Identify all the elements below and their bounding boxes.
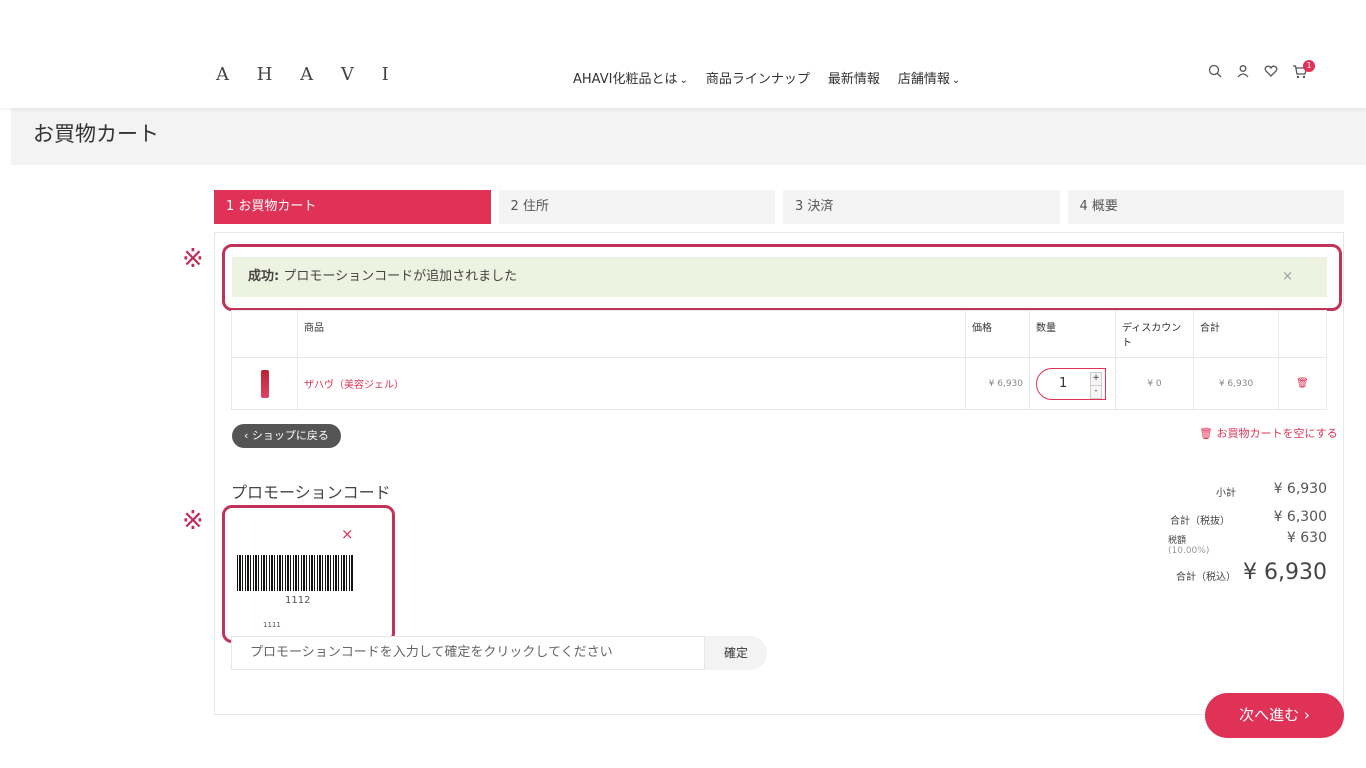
step-payment[interactable]: 3 決済 (783, 190, 1060, 224)
col-total: 合計 (1193, 310, 1279, 358)
step-cart[interactable]: 1 お買物カート (214, 190, 491, 224)
promo-code-input[interactable]: プロモーションコードを入力して確定をクリックしてください (231, 636, 705, 670)
chevron-right-icon: › (1303, 706, 1310, 724)
gross-total-label: 合計（税込） (1176, 572, 1236, 583)
main-nav: AHAVI化粧品とは ⌄ 商品ラインナップ 最新情報 店舗情報 ⌄ (573, 68, 960, 87)
next-step-button[interactable]: 次へ進む › (1205, 693, 1344, 738)
back-to-shop-button[interactable]: ‹ ショップに戻る (232, 424, 341, 448)
col-quantity: 数量 (1029, 310, 1116, 358)
tax-value: ¥ 630 (1286, 530, 1327, 546)
site-logo[interactable]: A H A V I (216, 64, 400, 85)
nav-item-about[interactable]: AHAVI化粧品とは ⌄ (573, 68, 688, 87)
annotation-highlight-alert (222, 244, 1342, 311)
page-title-bar: お買物カート (11, 108, 1366, 165)
promo-confirm-button[interactable]: 確定 (705, 636, 767, 670)
product-total: ¥ 6,930 (1193, 357, 1279, 410)
nav-item-stores[interactable]: 店舗情報 ⌄ (898, 68, 960, 87)
product-thumbnail[interactable] (231, 357, 298, 410)
quantity-stepper[interactable]: 1 + - (1036, 367, 1106, 400)
site-header: A H A V I AHAVI化粧品とは ⌄ 商品ラインナップ 最新情報 店舗情報… (0, 48, 1366, 108)
top-strip (0, 0, 1366, 49)
subtotal-label: 小計 (1216, 488, 1236, 499)
cart-count-badge: 1 (1303, 60, 1315, 72)
page-title: お買物カート (33, 122, 159, 146)
user-icon[interactable] (1236, 64, 1250, 83)
quantity-value[interactable]: 1 (1059, 376, 1067, 391)
trash-icon[interactable]: 🗑 (1296, 378, 1309, 389)
subtotal-value: ¥ 6,930 (1273, 481, 1327, 497)
net-total-value: ¥ 6,300 (1273, 509, 1327, 525)
header-icons: 1 (1208, 60, 1315, 83)
cart-table: 商品 価格 数量 ディスカウント 合計 ザハヴ（美容ジェル） ¥ 6,930 1… (231, 310, 1327, 410)
chevron-left-icon: ‹ (244, 429, 252, 442)
gross-total-value: ¥ 6,930 (1243, 560, 1327, 585)
minus-icon[interactable]: - (1090, 384, 1102, 399)
chevron-down-icon: ⌄ (951, 75, 961, 86)
annotation-highlight-coupon (222, 505, 395, 643)
col-product: 商品 (297, 310, 966, 358)
tax-rate: (10.00%) (1168, 546, 1210, 556)
search-icon[interactable] (1208, 64, 1222, 83)
annotation-mark-1: ※ (182, 244, 204, 274)
annotation-mark-2: ※ (182, 506, 204, 536)
nav-item-news[interactable]: 最新情報 (828, 68, 880, 87)
trash-icon: 🗑 (1199, 427, 1217, 440)
col-price: 価格 (965, 310, 1030, 358)
product-price: ¥ 6,930 (965, 357, 1030, 410)
product-link[interactable]: ザハヴ（美容ジェル） (304, 380, 404, 391)
col-image (231, 310, 298, 358)
product-image (260, 369, 269, 398)
tax-label-group: 税額 (10.00%) (1168, 536, 1210, 556)
chevron-down-icon: ⌄ (679, 75, 688, 86)
table-header-row: 商品 価格 数量 ディスカウント 合計 (231, 310, 1327, 358)
step-address[interactable]: 2 住所 (498, 190, 775, 224)
checkout-steps: 1 お買物カート 2 住所 3 決済 4 概要 (214, 190, 1344, 224)
product-discount: ¥ 0 (1115, 357, 1194, 410)
cart-icon[interactable]: 1 (1292, 60, 1315, 83)
net-total-label: 合計（税抜） (1170, 516, 1230, 527)
empty-cart-link[interactable]: 🗑 お買物カートを空にする (1199, 425, 1338, 441)
col-discount: ディスカウント (1115, 310, 1194, 358)
nav-item-products[interactable]: 商品ラインナップ (706, 68, 810, 87)
step-summary[interactable]: 4 概要 (1067, 190, 1344, 224)
col-remove (1278, 310, 1327, 358)
plus-icon[interactable]: + (1090, 371, 1102, 386)
table-row: ザハヴ（美容ジェル） ¥ 6,930 1 + - ¥ 0 ¥ 6,930 🗑 (231, 357, 1327, 410)
heart-icon[interactable] (1264, 64, 1278, 83)
promo-section-title: プロモーションコード (231, 483, 391, 502)
